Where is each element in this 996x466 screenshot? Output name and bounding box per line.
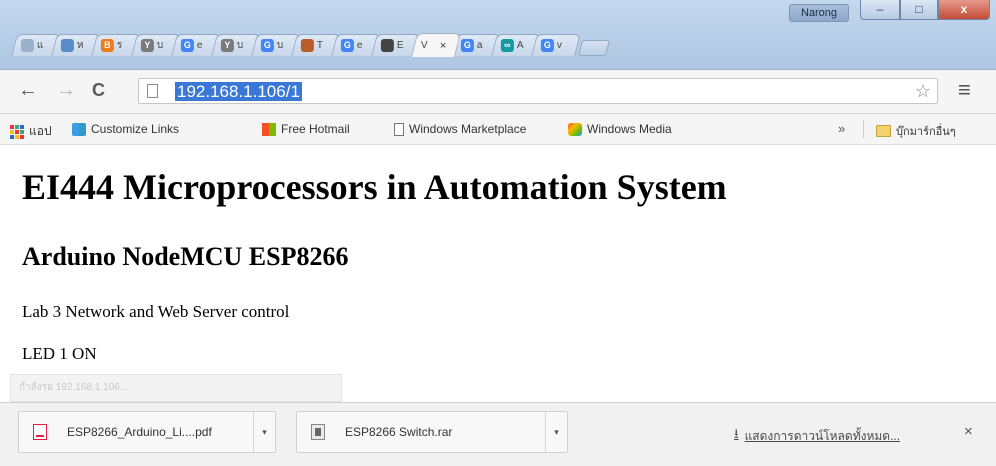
tab-content: Yบ [135,35,177,56]
page-icon [147,84,158,98]
y-icon: Y [140,39,154,52]
download-arrow-icon: ⭳ [734,426,739,441]
tab-content: Bร [95,35,137,56]
bookmarks-divider [863,120,864,138]
bookmark-label: แอป [29,124,52,138]
status-bubble: กำลังรอ 192.168.1.106... [10,374,342,402]
page-subheading: Arduino NodeMCU ESP8266 [22,242,349,271]
window-titlebar: Narong – □ x แห B ร Y บ Ge Y บ G บ T Ge E V × Ga ∞ A Gv [0,0,996,70]
tab-content: Ge [335,35,377,56]
forward-button[interactable]: → [56,80,76,100]
car-icon [380,39,394,52]
tab-title: V [420,40,428,51]
tab-strip: แห B ร Y บ Ge Y บ G บ T Ge E V × Ga ∞ A Gv [11,28,844,70]
led-status-text: LED 1 ON [22,344,97,363]
address-bar[interactable]: 192.168.1.106/1 ☆ [138,78,938,104]
minimize-button[interactable]: – [860,0,900,20]
profile-name-badge[interactable]: Narong [789,4,849,22]
tab-content: Yบ [215,35,257,56]
close-tab-icon[interactable]: × [440,40,446,52]
tab-content: Gบ [255,35,297,56]
tab-content: Ge [175,35,217,56]
google-icon: G [180,39,194,52]
chrome-menu-button[interactable]: ≡ [958,79,971,101]
tab-title: ร [116,40,123,51]
tab-content: E [375,35,417,56]
tab-title: e [196,40,203,51]
tab-active[interactable]: V × [411,33,461,57]
tab-content: T [295,35,337,56]
google-icon: G [260,39,274,52]
y-icon: Y [220,39,234,52]
tab-title: a [476,40,483,51]
bookmark-label: Customize Links [91,122,180,136]
bookmark-star-icon[interactable]: ☆ [915,81,931,102]
download-filename: ESP8266_Arduino_Li....pdf [67,425,212,439]
windows-flag-icon [72,122,86,136]
tab-content: Ga [455,35,497,56]
maximize-button[interactable]: □ [900,0,938,20]
bookmark-label: บุ๊กมาร์กอื่นๆ [896,126,956,138]
bookmark-windows-media[interactable]: Windows Media [568,122,672,136]
url-text-selected[interactable]: 192.168.1.106/1 [175,82,302,101]
browser-tab[interactable]: Gv [531,34,581,56]
tab-title: บ [236,40,244,51]
tab-title: ห [76,40,84,51]
tab-content: Gv [535,35,577,56]
blogger-icon: B [100,39,114,52]
download-menu-arrow-icon[interactable]: ▾ [545,412,567,452]
bookmark-label: Windows Marketplace [409,122,527,136]
tab-title: บ [156,40,164,51]
tab-title: T [316,40,323,51]
page-heading: EI444 Microprocessors in Automation Syst… [22,167,727,207]
show-all-downloads-label: แสดงการดาวน์โหลดทั้งหมด... [744,428,901,443]
apps-grid-icon [10,124,24,139]
bookmark-label: Windows Media [587,122,672,136]
close-download-shelf-button[interactable]: × [964,423,973,440]
arduino-icon: ∞ [500,39,514,52]
tab-title: บ [276,40,284,51]
download-menu-arrow-icon[interactable]: ▾ [253,412,275,452]
other-bookmarks-folder[interactable]: บุ๊กมาร์กอื่นๆ [876,122,956,140]
bookmark-apps[interactable]: แอป [10,122,52,141]
image-icon [300,39,314,52]
bookmarks-bar: แอป Customize Links Free Hotmail Windows… [0,114,996,145]
tab-content: แ [15,35,57,56]
bookmark-free-hotmail[interactable]: Free Hotmail [262,122,350,136]
google-icon: G [460,39,474,52]
download-item-rar[interactable]: ESP8266 Switch.rar ▾ [296,411,568,453]
tab-title: แ [36,40,44,51]
google-icon: G [540,39,554,52]
google-icon: G [340,39,354,52]
tab-title: v [556,40,562,51]
calendar-icon [60,39,74,52]
bookmarks-overflow-chevron-icon[interactable]: » [838,121,845,136]
tab-content: ∞ A [495,35,537,56]
back-button[interactable]: ← [18,80,38,100]
bookmark-label: Free Hotmail [281,122,350,136]
tab-title: e [356,40,363,51]
show-all-downloads-link[interactable]: ⭳ แสดงการดาวน์โหลดทั้งหมด... [734,425,900,447]
download-filename: ESP8266 Switch.rar [345,425,453,439]
close-window-button[interactable]: x [938,0,990,20]
tab-content: ห [55,35,97,56]
generic-page-icon [20,39,34,52]
document-icon [394,122,404,136]
reload-button[interactable]: C [92,80,105,100]
windows-flag-icon [262,122,276,136]
new-tab-button[interactable] [578,40,610,56]
browser-toolbar: ← → C 192.168.1.106/1 ☆ ≡ [0,70,996,114]
folder-icon [876,125,891,137]
lab-description: Lab 3 Network and Web Server control [22,302,290,321]
tab-title: A [516,40,524,51]
pdf-file-icon [33,424,47,440]
media-player-icon [568,122,582,136]
tab-content: V × [415,34,457,57]
archive-file-icon [311,424,325,440]
bookmark-customize-links[interactable]: Customize Links [72,122,179,136]
bookmark-windows-marketplace[interactable]: Windows Marketplace [394,122,537,136]
download-shelf: ESP8266_Arduino_Li....pdf ▾ ESP8266 Swit… [0,402,996,466]
tab-title: E [396,40,404,51]
download-item-pdf[interactable]: ESP8266_Arduino_Li....pdf ▾ [18,411,276,453]
